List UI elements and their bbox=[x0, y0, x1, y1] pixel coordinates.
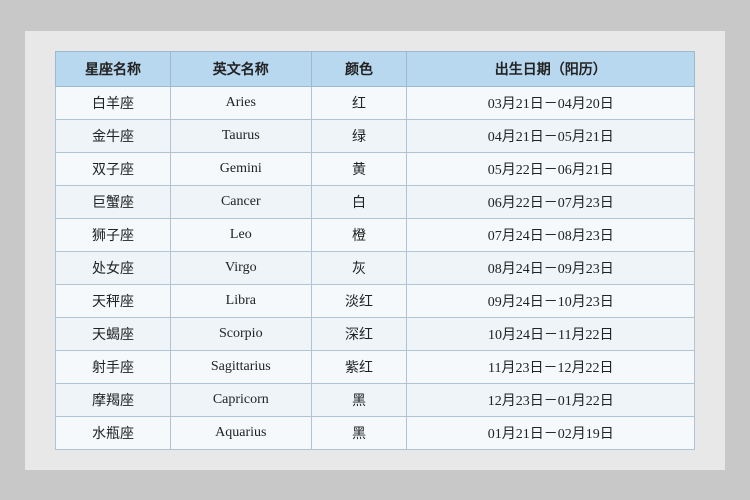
header-chinese: 星座名称 bbox=[56, 51, 171, 86]
cell-color: 红 bbox=[311, 86, 407, 119]
table-row: 狮子座Leo橙07月24日－08月23日 bbox=[56, 218, 695, 251]
cell-date: 07月24日－08月23日 bbox=[407, 218, 695, 251]
cell-english: Gemini bbox=[171, 152, 312, 185]
cell-english: Virgo bbox=[171, 251, 312, 284]
cell-color: 黑 bbox=[311, 416, 407, 449]
table-header-row: 星座名称 英文名称 颜色 出生日期（阳历） bbox=[56, 51, 695, 86]
cell-date: 08月24日－09月23日 bbox=[407, 251, 695, 284]
cell-chinese: 双子座 bbox=[56, 152, 171, 185]
cell-color: 淡红 bbox=[311, 284, 407, 317]
cell-english: Aries bbox=[171, 86, 312, 119]
table-row: 天秤座Libra淡红09月24日－10月23日 bbox=[56, 284, 695, 317]
cell-color: 紫红 bbox=[311, 350, 407, 383]
table-row: 双子座Gemini黄05月22日－06月21日 bbox=[56, 152, 695, 185]
cell-english: Cancer bbox=[171, 185, 312, 218]
page-container: 星座名称 英文名称 颜色 出生日期（阳历） 白羊座Aries红03月21日－04… bbox=[25, 31, 725, 470]
cell-date: 06月22日－07月23日 bbox=[407, 185, 695, 218]
cell-chinese: 巨蟹座 bbox=[56, 185, 171, 218]
table-row: 金牛座Taurus绿04月21日－05月21日 bbox=[56, 119, 695, 152]
cell-color: 深红 bbox=[311, 317, 407, 350]
table-row: 处女座Virgo灰08月24日－09月23日 bbox=[56, 251, 695, 284]
cell-chinese: 天秤座 bbox=[56, 284, 171, 317]
header-date: 出生日期（阳历） bbox=[407, 51, 695, 86]
cell-color: 灰 bbox=[311, 251, 407, 284]
cell-english: Capricorn bbox=[171, 383, 312, 416]
table-row: 天蝎座Scorpio深红10月24日－11月22日 bbox=[56, 317, 695, 350]
table-row: 水瓶座Aquarius黑01月21日－02月19日 bbox=[56, 416, 695, 449]
table-row: 巨蟹座Cancer白06月22日－07月23日 bbox=[56, 185, 695, 218]
cell-date: 11月23日－12月22日 bbox=[407, 350, 695, 383]
cell-chinese: 天蝎座 bbox=[56, 317, 171, 350]
cell-chinese: 白羊座 bbox=[56, 86, 171, 119]
cell-date: 09月24日－10月23日 bbox=[407, 284, 695, 317]
header-english: 英文名称 bbox=[171, 51, 312, 86]
cell-color: 黑 bbox=[311, 383, 407, 416]
cell-date: 01月21日－02月19日 bbox=[407, 416, 695, 449]
cell-chinese: 狮子座 bbox=[56, 218, 171, 251]
table-row: 射手座Sagittarius紫红11月23日－12月22日 bbox=[56, 350, 695, 383]
cell-chinese: 处女座 bbox=[56, 251, 171, 284]
cell-chinese: 摩羯座 bbox=[56, 383, 171, 416]
cell-english: Scorpio bbox=[171, 317, 312, 350]
cell-color: 白 bbox=[311, 185, 407, 218]
cell-english: Libra bbox=[171, 284, 312, 317]
cell-color: 黄 bbox=[311, 152, 407, 185]
table-row: 白羊座Aries红03月21日－04月20日 bbox=[56, 86, 695, 119]
cell-color: 橙 bbox=[311, 218, 407, 251]
cell-english: Sagittarius bbox=[171, 350, 312, 383]
cell-date: 04月21日－05月21日 bbox=[407, 119, 695, 152]
header-color: 颜色 bbox=[311, 51, 407, 86]
cell-date: 10月24日－11月22日 bbox=[407, 317, 695, 350]
cell-chinese: 射手座 bbox=[56, 350, 171, 383]
cell-date: 03月21日－04月20日 bbox=[407, 86, 695, 119]
cell-chinese: 水瓶座 bbox=[56, 416, 171, 449]
cell-english: Leo bbox=[171, 218, 312, 251]
cell-color: 绿 bbox=[311, 119, 407, 152]
cell-chinese: 金牛座 bbox=[56, 119, 171, 152]
cell-date: 12月23日－01月22日 bbox=[407, 383, 695, 416]
cell-date: 05月22日－06月21日 bbox=[407, 152, 695, 185]
cell-english: Taurus bbox=[171, 119, 312, 152]
zodiac-table: 星座名称 英文名称 颜色 出生日期（阳历） 白羊座Aries红03月21日－04… bbox=[55, 51, 695, 450]
cell-english: Aquarius bbox=[171, 416, 312, 449]
table-row: 摩羯座Capricorn黑12月23日－01月22日 bbox=[56, 383, 695, 416]
